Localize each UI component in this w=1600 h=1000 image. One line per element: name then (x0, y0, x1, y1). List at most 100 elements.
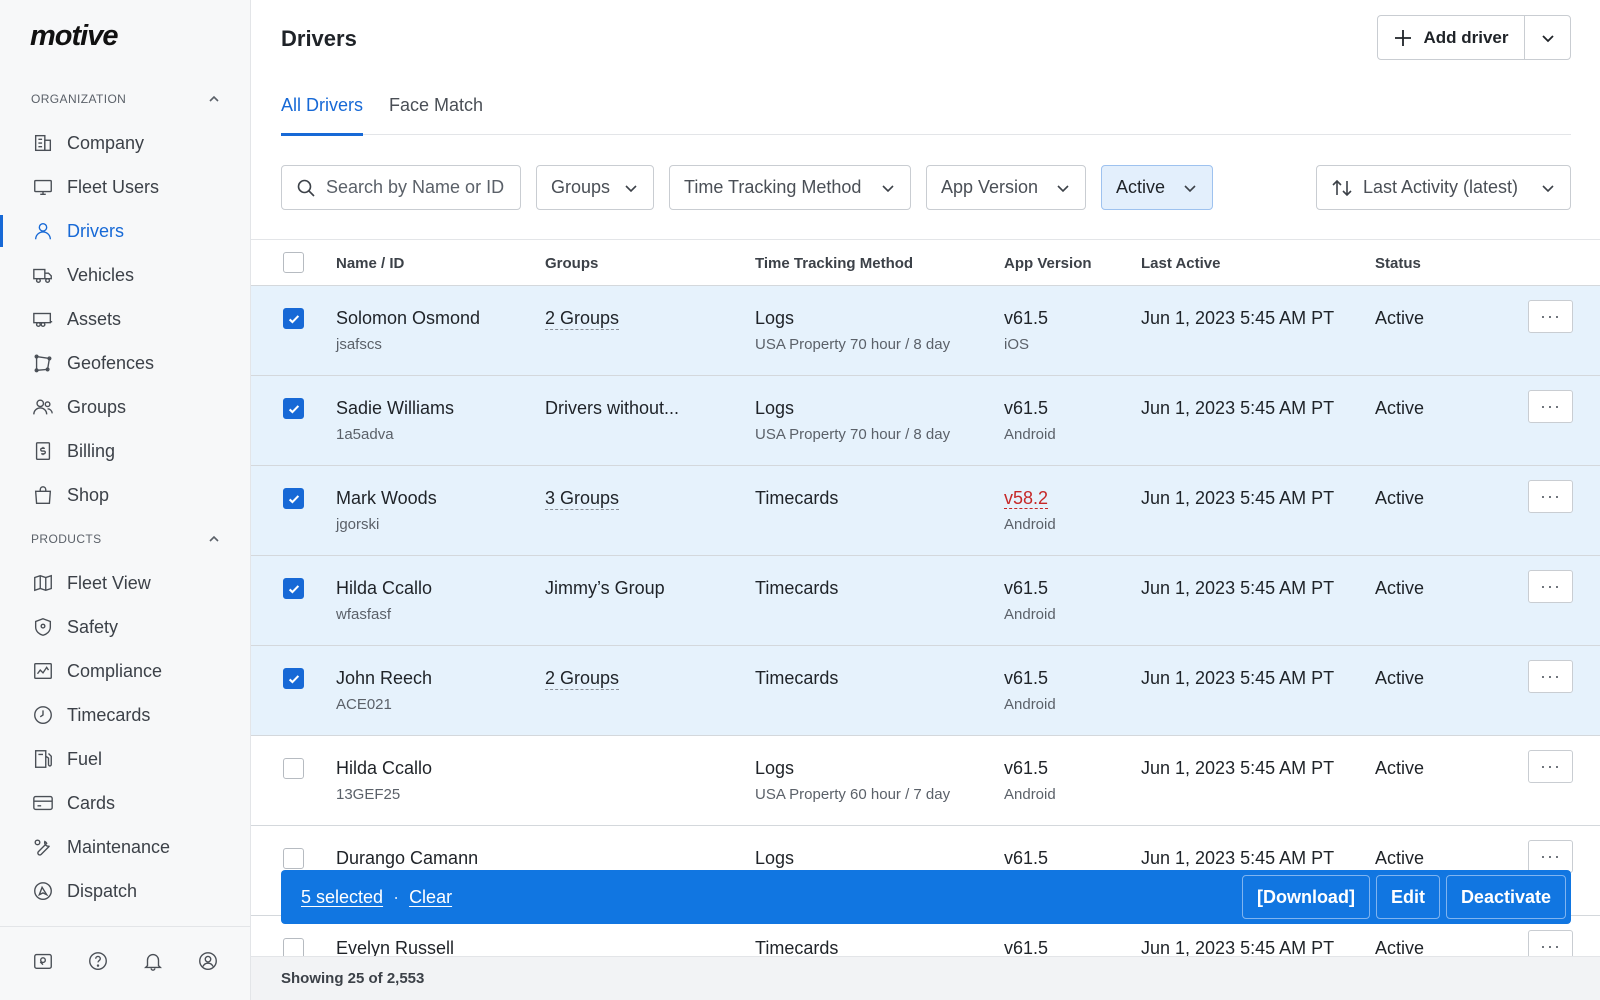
add-driver-button[interactable]: Add driver (1378, 16, 1525, 59)
sidebar-item-billing[interactable]: Billing (0, 429, 250, 473)
tab-bar: All Drivers Face Match (281, 88, 1571, 136)
sidebar-item-compliance[interactable]: Compliance (0, 649, 250, 693)
bell-icon[interactable] (142, 950, 164, 977)
sidebar-item-geofences[interactable]: Geofences (0, 341, 250, 385)
groups-cell: 3 Groups (545, 488, 620, 510)
app-version[interactable]: v58.2 (1004, 488, 1049, 509)
row-more-button[interactable]: ··· (1528, 480, 1573, 513)
table-row[interactable]: Hilda Ccallo wfasfasf Jimmy’s Group Timecar… (251, 556, 1600, 646)
section-header-organization[interactable]: ORGANIZATION (31, 92, 221, 106)
status-cell: Active (1375, 488, 1425, 508)
app-platform: Android (1004, 696, 1056, 713)
row-checkbox[interactable] (283, 848, 304, 869)
driver-name[interactable]: Durango Camann (336, 848, 478, 869)
groups-value[interactable]: 3 Groups (545, 488, 620, 510)
building-icon (32, 132, 54, 154)
driver-name[interactable]: Solomon Osmond (336, 308, 480, 329)
table-row[interactable]: Mark Woods jgorski 3 Groups Timecards v58.2 A… (251, 466, 1600, 556)
add-driver-label: Add driver (1423, 27, 1509, 47)
groups-value[interactable]: 2 Groups (545, 668, 620, 690)
sidebar-item-maintenance[interactable]: Maintenance (0, 825, 250, 869)
map-pin-icon[interactable] (32, 950, 54, 977)
time-tracking-cell: Logs USA Property 60 hour / 7 day (755, 758, 950, 803)
last-active-cell: Jun 1, 2023 5:45 AM PT (1141, 308, 1335, 328)
driver-name[interactable]: Hilda Ccallo (336, 578, 432, 599)
driver-name[interactable]: Hilda Ccallo (336, 758, 432, 779)
groups-filter-label: Groups (551, 177, 611, 197)
billing-icon (32, 440, 54, 462)
time-tracking-filter[interactable]: Time Tracking Method (669, 165, 911, 210)
table-row[interactable]: Sadie Williams 1a5adva Drivers without... L… (251, 376, 1600, 466)
app-version: v61.5 (1004, 938, 1049, 958)
driver-name[interactable]: Mark Woods (336, 488, 437, 509)
table-row[interactable]: Hilda Ccallo 13GEF25 Logs USA Property 60 h… (251, 736, 1600, 826)
account-icon[interactable] (197, 950, 219, 977)
sidebar-item-shop[interactable]: Shop (0, 473, 250, 517)
row-more-button[interactable]: ··· (1528, 300, 1573, 333)
dispatch-icon (32, 880, 54, 902)
select-all-checkbox[interactable] (283, 252, 304, 273)
column-header-status[interactable]: Status (1375, 255, 1421, 272)
table-row[interactable]: Solomon Osmond jsafscs 2 Groups Logs USA Pro… (251, 286, 1600, 376)
sidebar-item-fleet-view[interactable]: Fleet View (0, 561, 250, 605)
column-header-app-version[interactable]: App Version (1004, 255, 1092, 272)
row-more-button[interactable]: ··· (1528, 660, 1573, 693)
groups-value[interactable]: 2 Groups (545, 308, 620, 330)
table-row[interactable]: John Reech ACE021 2 Groups Timecards v61.5 An… (251, 646, 1600, 736)
row-more-button[interactable]: ··· (1528, 390, 1573, 423)
row-checkbox[interactable] (283, 758, 304, 779)
sidebar-item-label: Vehicles (67, 264, 135, 285)
row-more-button[interactable]: ··· (1528, 570, 1573, 603)
time-tracking-cell: Timecards (755, 578, 838, 599)
driver-name[interactable]: John Reech (336, 668, 432, 689)
column-header-groups[interactable]: Groups (545, 255, 598, 272)
groups-filter[interactable]: Groups (536, 165, 654, 210)
sidebar-item-drivers[interactable]: Drivers (0, 209, 250, 253)
deactivate-button[interactable]: Deactivate (1445, 875, 1566, 919)
driver-name[interactable]: Sadie Williams (336, 398, 454, 419)
download-button[interactable]: [Download] (1241, 875, 1370, 919)
section-header-products[interactable]: PRODUCTS (31, 532, 221, 546)
row-more-button[interactable]: ··· (1528, 840, 1573, 873)
sidebar-item-dispatch[interactable]: Dispatch (0, 869, 250, 913)
row-checkbox[interactable] (283, 308, 304, 329)
app-platform: Android (1004, 426, 1056, 443)
row-checkbox[interactable] (283, 578, 304, 599)
app-version: v61.5 (1004, 578, 1049, 598)
row-more-button[interactable]: ··· (1528, 750, 1573, 783)
fuel-icon (32, 748, 54, 770)
column-header-name[interactable]: Name / ID (336, 255, 404, 272)
motive-logo[interactable]: motive (30, 20, 118, 53)
tab-all-drivers[interactable]: All Drivers (281, 88, 364, 136)
help-icon[interactable] (87, 950, 109, 977)
sidebar-item-safety[interactable]: Safety (0, 605, 250, 649)
search-input[interactable]: Search by Name or ID (281, 165, 521, 210)
sidebar-item-label: Shop (67, 484, 110, 505)
sidebar-item-fuel[interactable]: Fuel (0, 737, 250, 781)
tab-face-match[interactable]: Face Match (389, 88, 483, 135)
app-version-filter-label: App Version (941, 177, 1039, 197)
row-checkbox[interactable] (283, 488, 304, 509)
column-header-last-active[interactable]: Last Active (1141, 255, 1220, 272)
app-version-filter[interactable]: App Version (926, 165, 1086, 210)
sort-dropdown[interactable]: Last Activity (latest) (1316, 165, 1571, 210)
sidebar-item-assets[interactable]: Assets (0, 297, 250, 341)
sidebar-item-company[interactable]: Company (0, 121, 250, 165)
shopping-bag-icon (32, 484, 54, 506)
column-header-time-tracking[interactable]: Time Tracking Method (755, 255, 913, 272)
edit-button[interactable]: Edit (1375, 875, 1440, 919)
sidebar-item-cards[interactable]: Cards (0, 781, 250, 825)
row-checkbox[interactable] (283, 398, 304, 419)
sidebar-item-fleet-users[interactable]: Fleet Users (0, 165, 250, 209)
card-icon (32, 792, 54, 814)
status-filter[interactable]: Active (1101, 165, 1213, 210)
selected-count-link[interactable]: 5 selected (301, 887, 383, 908)
sidebar-item-groups[interactable]: Groups (0, 385, 250, 429)
add-driver-menu-button[interactable] (1525, 16, 1570, 59)
sidebar-item-vehicles[interactable]: Vehicles (0, 253, 250, 297)
time-tracking-cell: Timecards (755, 488, 838, 509)
row-checkbox[interactable] (283, 668, 304, 689)
sidebar-item-timecards[interactable]: Timecards (0, 693, 250, 737)
section-label: ORGANIZATION (31, 92, 127, 106)
clear-selection-link[interactable]: Clear (409, 887, 452, 908)
